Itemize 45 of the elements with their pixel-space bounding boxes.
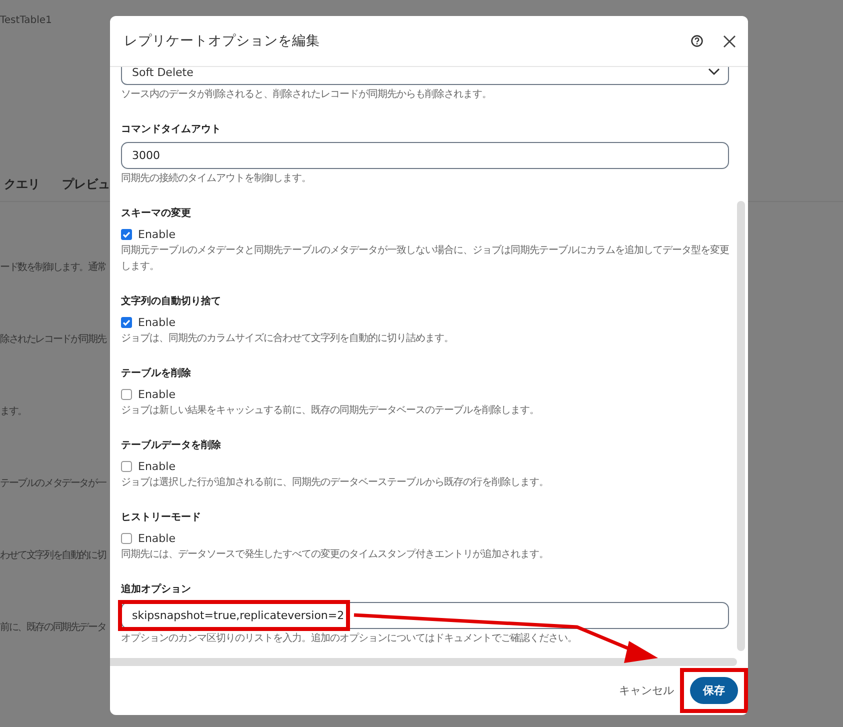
help-text: ジョブは選択した行が追加される前に、同期先のデータベーステーブルから既存の行を削除します。 — [121, 476, 550, 490]
chevron-down-icon — [708, 68, 720, 76]
field-label: ヒストリーモード — [121, 511, 202, 524]
scrollbar[interactable] — [110, 658, 737, 666]
input-field[interactable]: skipsnapshot=true,replicateversion=2 — [121, 602, 729, 629]
help-text: 同期元テーブルのメタデータと同期先テーブルのメタデータが一致しない場合に、ジョブは同期先テーブルにカラムを追加してデータ型を変更します。 — [121, 244, 729, 274]
field-label: スキーマの変更 — [121, 206, 192, 220]
tab[interactable]: クエリ — [4, 176, 40, 193]
description-text: 除されたレコードが同期先 — [0, 332, 106, 346]
checkbox-label: Enable — [138, 316, 176, 329]
help-text: オプションのカンマ区切りのリストを入力。追加のオプションについてはドキュメントでご確認ください。 — [121, 632, 578, 646]
help-text: ジョブは、同期先のカラムサイズに合わせて文字列を自動的に切り詰めます。 — [121, 332, 454, 346]
checkbox[interactable] — [121, 461, 132, 472]
close-icon[interactable] — [723, 34, 736, 48]
checkbox[interactable] — [121, 389, 132, 400]
checkbox[interactable] — [121, 229, 132, 240]
checkbox-label: Enable — [138, 532, 176, 545]
checkbox[interactable] — [121, 533, 132, 544]
field-label: テーブルを削除 — [121, 366, 192, 380]
description-text: ます。 — [0, 405, 26, 418]
select-field[interactable]: Soft Delete — [121, 67, 729, 85]
help-text: 同期先には、データソースで発生したすべての変更のタイムスタンプ付きエントリが追加されます。 — [121, 548, 550, 562]
field-label: 文字列の自動切り捨て — [121, 294, 222, 308]
scrollbar[interactable] — [737, 201, 745, 651]
table-name: TestTable1 — [0, 14, 53, 26]
cancel-button[interactable]: キャンセル — [619, 683, 674, 698]
save-button[interactable]: 保存 — [690, 677, 738, 704]
description-text: テーブルのメタデータが一 — [0, 476, 106, 490]
checkbox-label: Enable — [138, 460, 176, 473]
dialog-title: レプリケートオプションを編集 — [124, 32, 321, 50]
description-text: わせて文字列を自動的に切 — [0, 548, 106, 562]
checkbox-label: Enable — [138, 228, 176, 241]
field-label: コマンドタイムアウト — [121, 123, 222, 136]
field-label: 追加オプション — [121, 582, 192, 596]
input-field[interactable]: 3000 — [121, 142, 729, 169]
help-icon[interactable] — [691, 35, 703, 47]
checkbox-label: Enable — [138, 388, 176, 401]
checkbox[interactable] — [121, 317, 132, 328]
help-text: ジョブは新しい結果をキャッシュする前に、既存の同期先データベースのテーブルを削除します。 — [121, 404, 540, 418]
field-label: テーブルデータを削除 — [121, 438, 222, 452]
help-text: 同期先の接続のタイムアウトを制御します。 — [121, 172, 312, 186]
tab[interactable]: プレビュ — [62, 176, 110, 193]
description-text: ード数を制御します。通常 — [0, 260, 106, 274]
description-text: 前に、既存の同期先データ — [0, 620, 106, 634]
help-text: ソース内のデータが削除されると、削除されたレコードが同期先からも削除されます。 — [121, 88, 492, 102]
